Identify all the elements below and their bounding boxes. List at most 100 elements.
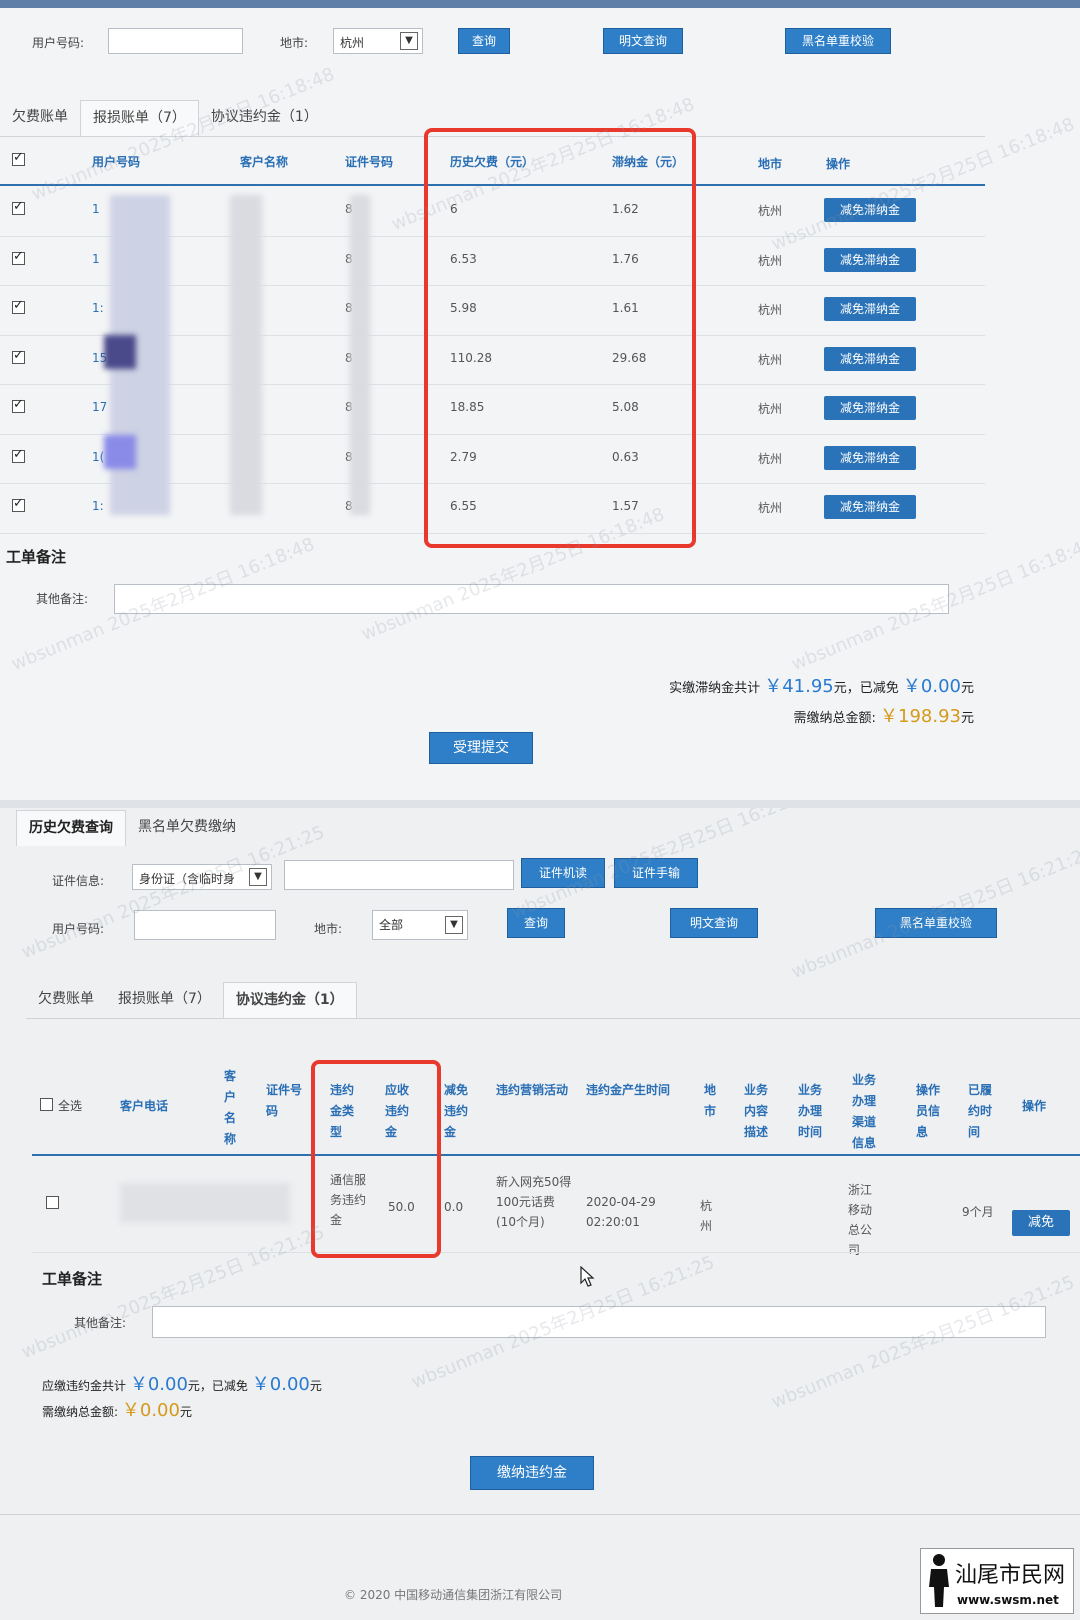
- waive-late-fee-button[interactable]: 减免滞纳金: [824, 445, 916, 470]
- late-fee-summary: 实缴滞纳金共计 ￥41.95元，已减免 ￥0.00元: [669, 672, 974, 698]
- total-amount: ￥198.93: [880, 706, 961, 727]
- waived-unit: 元: [960, 681, 974, 696]
- chevron-down-icon: ▼: [445, 916, 463, 934]
- select-all-label: 全选: [58, 1099, 83, 1113]
- notes-title: 工单备注: [42, 1270, 103, 1288]
- submit-button[interactable]: 受理提交: [429, 732, 533, 764]
- highlight-box-penalty: [311, 1060, 441, 1258]
- row-user-number: 1(: [92, 449, 105, 464]
- col-2: 证件号码: [266, 1083, 303, 1118]
- col-action: 操作: [826, 157, 851, 171]
- row-city: 杭州: [758, 303, 783, 317]
- query-button[interactable]: 查询: [458, 28, 510, 54]
- penalty-waived: 0.0: [444, 1200, 464, 1214]
- id-info-label: 证件信息:: [52, 874, 105, 888]
- watermark: wbsunman 2025年2月25日 16:21:25: [768, 1271, 1078, 1413]
- row-checkbox[interactable]: [12, 249, 25, 265]
- chevron-down-icon: ▼: [400, 32, 418, 50]
- id-number-input[interactable]: [284, 860, 514, 890]
- waived-unit: 元: [309, 1379, 322, 1393]
- waive-button[interactable]: 减免: [1012, 1210, 1070, 1236]
- row-user-number: 1:: [92, 499, 104, 513]
- row-user-number: 17: [92, 400, 108, 414]
- channel-info: 浙江移动总公司: [848, 1183, 873, 1257]
- tab-loss[interactable]: 报损账单（7）: [106, 982, 223, 1018]
- col-7: 违约金产生时间: [586, 1083, 671, 1097]
- person-silhouette-icon: [929, 1554, 949, 1607]
- header-underline: [32, 1154, 1080, 1156]
- city-select[interactable]: 全部 ▼: [372, 910, 468, 940]
- row-divider: [32, 1252, 1080, 1253]
- city-select[interactable]: 杭州 ▼: [333, 28, 423, 54]
- row-checkbox[interactable]: [12, 397, 25, 413]
- user-number-input[interactable]: [134, 910, 276, 940]
- row-city: 杭州: [758, 204, 783, 218]
- col-city: 地市: [758, 157, 783, 171]
- city-label: 地市:: [280, 36, 309, 50]
- mouse-cursor-icon: [580, 1266, 595, 1287]
- col-customer-name: 客户名称: [240, 155, 289, 169]
- total-label: 需缴纳总金额:: [42, 1405, 119, 1419]
- row-checkbox[interactable]: [12, 298, 25, 314]
- waive-late-fee-button[interactable]: 减免滞纳金: [824, 297, 916, 321]
- waive-late-fee-button[interactable]: 减免滞纳金: [824, 495, 916, 519]
- select-all-checkbox[interactable]: [40, 1098, 53, 1111]
- footer-divider: [0, 1514, 1080, 1515]
- plain-query-button[interactable]: 明文查询: [603, 28, 683, 54]
- row-checkbox[interactable]: [46, 1196, 59, 1209]
- tab-history-arrears[interactable]: 历史欠费查询: [16, 810, 126, 846]
- screenshot-bottom-panel: 历史欠费查询 黑名单欠费缴纳 证件信息: 身份证（含临时身 ▼ 证件机读 证件手…: [0, 808, 1080, 1620]
- plain-query-button[interactable]: 明文查询: [670, 908, 758, 938]
- waived-amount: ￥0.00: [902, 676, 961, 697]
- col-1: 客户名称: [224, 1069, 237, 1146]
- select-all-checkbox[interactable]: [12, 150, 25, 166]
- pay-penalty-button[interactable]: 缴纳违约金: [470, 1456, 594, 1490]
- tab-arrears[interactable]: 欠费账单: [0, 100, 80, 136]
- waived-amount: ￥0.00: [251, 1374, 310, 1395]
- city-label: 地市:: [314, 922, 343, 936]
- privacy-mask: [120, 1183, 290, 1223]
- watermark: wbsunman 2025年2月25日 16:18:48: [768, 113, 1078, 255]
- col-11: 业务办理渠道信息: [852, 1073, 877, 1150]
- tab-divider: [26, 1018, 1080, 1019]
- privacy-mask: [350, 195, 370, 515]
- col-6: 违约营销活动: [496, 1083, 569, 1097]
- row-checkbox[interactable]: [12, 199, 25, 215]
- paid-label: 实缴滞纳金共计: [669, 681, 761, 696]
- city-select-value: 全部: [379, 918, 404, 932]
- privacy-mask: [104, 335, 136, 369]
- waive-late-fee-button[interactable]: 减免滞纳金: [824, 346, 916, 371]
- col-10: 业务办理时间: [798, 1083, 823, 1139]
- tab-arrears[interactable]: 欠费账单: [26, 982, 106, 1018]
- row-city: 杭州: [758, 501, 783, 515]
- logo-name: 汕尾市民网: [955, 1563, 1066, 1588]
- waive-late-fee-button[interactable]: 减免滞纳金: [824, 247, 916, 272]
- paid-amount: ￥41.95: [764, 676, 834, 697]
- site-logo: 汕尾市民网 www.swsm.net: [920, 1548, 1074, 1614]
- logo-url: www.swsm.net: [957, 1593, 1059, 1607]
- due-amount: ￥0.00: [129, 1374, 188, 1395]
- tab-blacklist-payment[interactable]: 黑名单欠费缴纳: [126, 810, 248, 846]
- total-unit: 元: [179, 1405, 192, 1419]
- row-checkbox[interactable]: [12, 348, 25, 364]
- penalty-time: 2020-04-29 02:20:01: [586, 1195, 656, 1229]
- row-city: 杭州: [758, 451, 783, 466]
- notes-label: 其他备注:: [36, 592, 89, 606]
- total-label: 需缴纳总金额:: [793, 711, 876, 726]
- top-bar: [0, 0, 1080, 8]
- row-checkbox[interactable]: [12, 496, 25, 512]
- col-8: 地市: [704, 1083, 717, 1118]
- waive-late-fee-button[interactable]: 减免滞纳金: [824, 396, 916, 420]
- watermark: wbsunman 2025年2月25日 16:21:25: [18, 1221, 328, 1363]
- row-checkbox[interactable]: [12, 447, 25, 463]
- user-number-input[interactable]: [108, 28, 243, 54]
- row-user-number: 1:: [92, 301, 104, 315]
- col-0: 客户电话: [120, 1099, 169, 1113]
- notes-input[interactable]: [114, 584, 949, 614]
- total-unit: 元: [960, 711, 974, 726]
- due-unit: 元，已减免: [187, 1379, 248, 1393]
- col-id-number: 证件号码: [345, 155, 394, 169]
- tab-penalty[interactable]: 协议违约金（1）: [222, 982, 357, 1018]
- blacklist-recheck-button[interactable]: 黑名单重校验: [785, 28, 891, 54]
- top-tabs: 历史欠费查询 黑名单欠费缴纳: [16, 810, 248, 846]
